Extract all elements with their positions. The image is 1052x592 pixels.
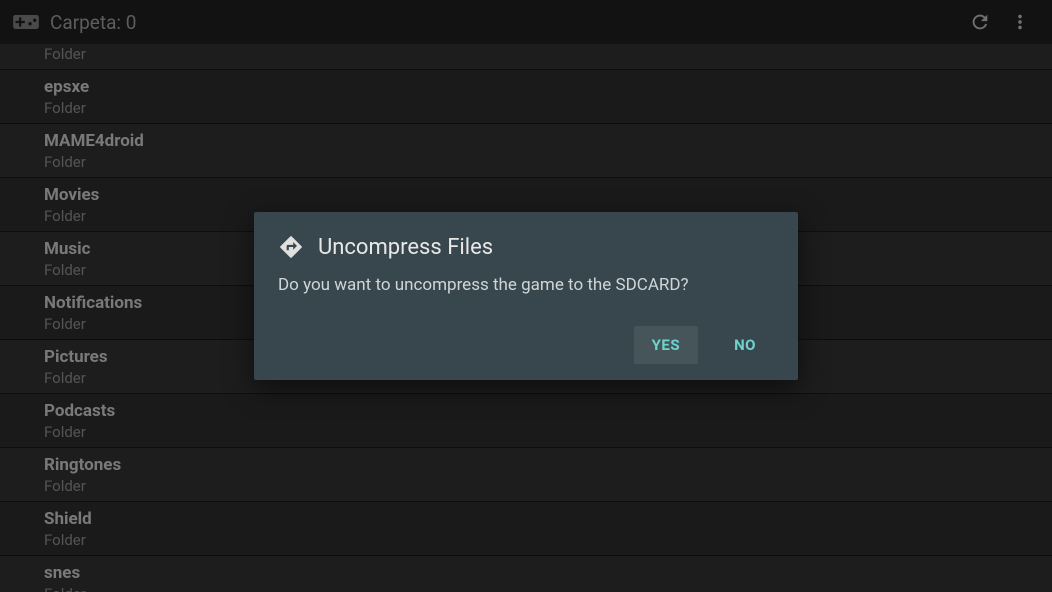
dialog-button-row: YES NO xyxy=(278,326,774,364)
dialog-message: Do you want to uncompress the game to th… xyxy=(278,274,774,298)
dialog-title: Uncompress Files xyxy=(318,235,493,260)
uncompress-dialog: Uncompress Files Do you want to uncompre… xyxy=(254,212,798,380)
dialog-header: Uncompress Files xyxy=(278,234,774,260)
directions-icon xyxy=(278,234,304,260)
no-button[interactable]: NO xyxy=(716,326,774,364)
yes-button[interactable]: YES xyxy=(634,326,698,364)
modal-overlay: Uncompress Files Do you want to uncompre… xyxy=(0,0,1052,592)
